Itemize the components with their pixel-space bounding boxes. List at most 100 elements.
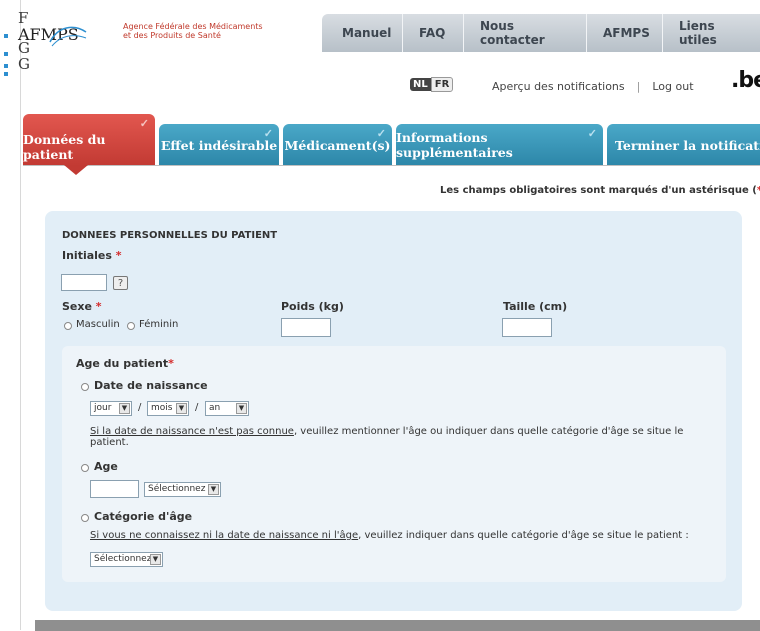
initials-label-text: Initiales: [62, 249, 112, 262]
top-navigation: Manuel FAQ Nous contacter AFMPS Liens ut…: [322, 14, 760, 52]
check-icon: ✓: [263, 127, 273, 140]
logo-letters-lower: G G: [18, 39, 30, 73]
sex-feminin-radio[interactable]: [127, 322, 135, 330]
sex-masculin-radio[interactable]: [64, 322, 72, 330]
dob-help-text: Si la date de naissance n'est pas connue…: [90, 426, 720, 448]
dob-year-value: an: [209, 403, 221, 413]
weight-label: Poids (kg): [281, 300, 344, 313]
horizontal-scrollbar[interactable]: [35, 620, 760, 631]
dob-month-select[interactable]: mois ▼: [147, 401, 189, 416]
date-separator: /: [138, 402, 142, 413]
lang-fr-button[interactable]: FR: [430, 77, 454, 92]
dob-day-select[interactable]: jour ▼: [90, 401, 132, 416]
sex-label-text: Sexe: [62, 300, 92, 313]
be-logo[interactable]: .be: [731, 68, 760, 93]
sex-label: Sexe *: [62, 300, 102, 313]
age-input[interactable]: [90, 480, 139, 498]
page-frame: F AFMPS G G Agence Fédérale des Médicame…: [0, 0, 760, 631]
agency-line: Agence Fédérale des Médicaments: [123, 22, 263, 31]
active-tab-pointer: [64, 165, 88, 175]
chevron-down-icon: ▼: [208, 484, 219, 495]
tab-label: Effet indésirable: [160, 137, 278, 153]
category-help-link[interactable]: Si vous ne connaissez ni la date de nais…: [90, 530, 358, 541]
user-links: Aperçu des notifications | Log out: [492, 80, 694, 93]
language-switcher: NL FR: [410, 77, 454, 92]
check-icon: ✓: [376, 127, 386, 140]
check-icon: ✓: [139, 117, 149, 130]
logo-dot: [4, 72, 8, 76]
logo-letters: F: [18, 9, 29, 27]
agency-name: Agence Fédérale des Médicaments et des P…: [123, 22, 263, 40]
tabs-baseline: [23, 165, 760, 166]
nav-manuel[interactable]: Manuel: [322, 14, 402, 52]
dob-help-rest: , veuillez mentionner l'âge ou indiquer …: [293, 426, 684, 437]
age-category-select[interactable]: Sélectionnez ▼: [90, 552, 163, 567]
age-category-radio[interactable]: [81, 514, 89, 522]
age-section-label-text: Age du patient: [76, 357, 169, 370]
dob-help-line2: patient.: [90, 437, 129, 448]
agency-line: et des Produits de Santé: [123, 31, 221, 40]
logo-dot: [4, 34, 8, 38]
dob-radio[interactable]: [81, 383, 89, 391]
section-title: DONNEES PERSONNELLES DU PATIENT: [62, 230, 278, 241]
required-asterisk: *: [168, 357, 174, 370]
tab-label: Médicament(s): [284, 137, 391, 153]
nav-faq[interactable]: FAQ: [402, 14, 463, 52]
tab-effet-indesirable[interactable]: Effet indésirable ✓: [159, 124, 279, 166]
help-icon[interactable]: ?: [113, 276, 128, 290]
category-help-text: Si vous ne connaissez ni la date de nais…: [90, 530, 730, 541]
logo-letter: G: [18, 39, 30, 57]
nav-liens-utiles[interactable]: Liens utiles: [662, 14, 760, 52]
tab-medicaments[interactable]: Médicament(s) ✓: [283, 124, 392, 166]
sex-feminin-label: Féminin: [139, 319, 179, 330]
age-section-label: Age du patient*: [76, 357, 174, 370]
required-note-text: Les champs obligatoires sont marqués d'u…: [440, 185, 757, 196]
logo-dot: [4, 64, 8, 68]
chevron-down-icon: ▼: [176, 403, 187, 414]
tab-label: Données du patient: [23, 132, 106, 162]
dob-year-select[interactable]: an ▼: [205, 401, 249, 416]
chevron-down-icon: ▼: [119, 403, 130, 414]
age-unit-select[interactable]: Sélectionnez ▼: [144, 482, 221, 497]
link-separator: |: [636, 80, 641, 93]
afmps-logo[interactable]: F AFMPS G G: [4, 8, 114, 80]
logout-link[interactable]: Log out: [652, 80, 693, 93]
dob-label: Date de naissance: [94, 379, 208, 392]
tab-donnees-patient[interactable]: Données du patient ✓: [23, 114, 155, 166]
logo-letter: F: [18, 9, 29, 27]
tab-terminer-notification[interactable]: Terminer la notification: [607, 124, 760, 166]
age-category-value: Sélectionnez: [94, 554, 152, 564]
left-border: [20, 0, 21, 630]
tab-label: Terminer la notification: [615, 137, 760, 153]
weight-input[interactable]: [281, 318, 331, 337]
logo-swirl-icon: [49, 26, 87, 47]
initials-label: Initiales *: [62, 249, 122, 262]
tab-label: Informations supplémentaires: [396, 130, 513, 160]
dob-help-link[interactable]: Si la date de naissance n'est pas connue: [90, 426, 294, 437]
category-help-rest: , veuillez indiquer dans quelle catégori…: [358, 530, 689, 541]
chevron-down-icon: ▼: [150, 554, 161, 565]
nav-afmps[interactable]: AFMPS: [586, 14, 662, 52]
age-unit-value: Sélectionnez: [148, 484, 206, 494]
initials-input[interactable]: [61, 274, 107, 291]
tab-informations-supplementaires[interactable]: Informations supplémentaires ✓: [396, 124, 603, 166]
chevron-down-icon: ▼: [236, 403, 247, 414]
lang-nl-button[interactable]: NL: [410, 78, 431, 91]
nav-contact[interactable]: Nous contacter: [463, 14, 586, 52]
notifications-overview-link[interactable]: Aperçu des notifications: [492, 80, 625, 93]
sex-masculin-label: Masculin: [76, 319, 120, 330]
logo-letter: G: [18, 55, 30, 73]
check-icon: ✓: [587, 127, 597, 140]
age-label: Age: [94, 460, 118, 473]
required-asterisk: *: [115, 249, 122, 262]
height-label: Taille (cm): [503, 300, 568, 313]
height-input[interactable]: [502, 318, 552, 337]
date-separator: /: [195, 402, 199, 413]
logo-dot: [4, 52, 8, 56]
required-fields-note: Les champs obligatoires sont marqués d'u…: [440, 185, 760, 196]
age-radio[interactable]: [81, 464, 89, 472]
dob-month-value: mois: [151, 403, 173, 413]
required-asterisk: *: [95, 300, 102, 313]
be-logo-text: .be: [731, 68, 760, 93]
age-category-label: Catégorie d'âge: [94, 510, 193, 523]
